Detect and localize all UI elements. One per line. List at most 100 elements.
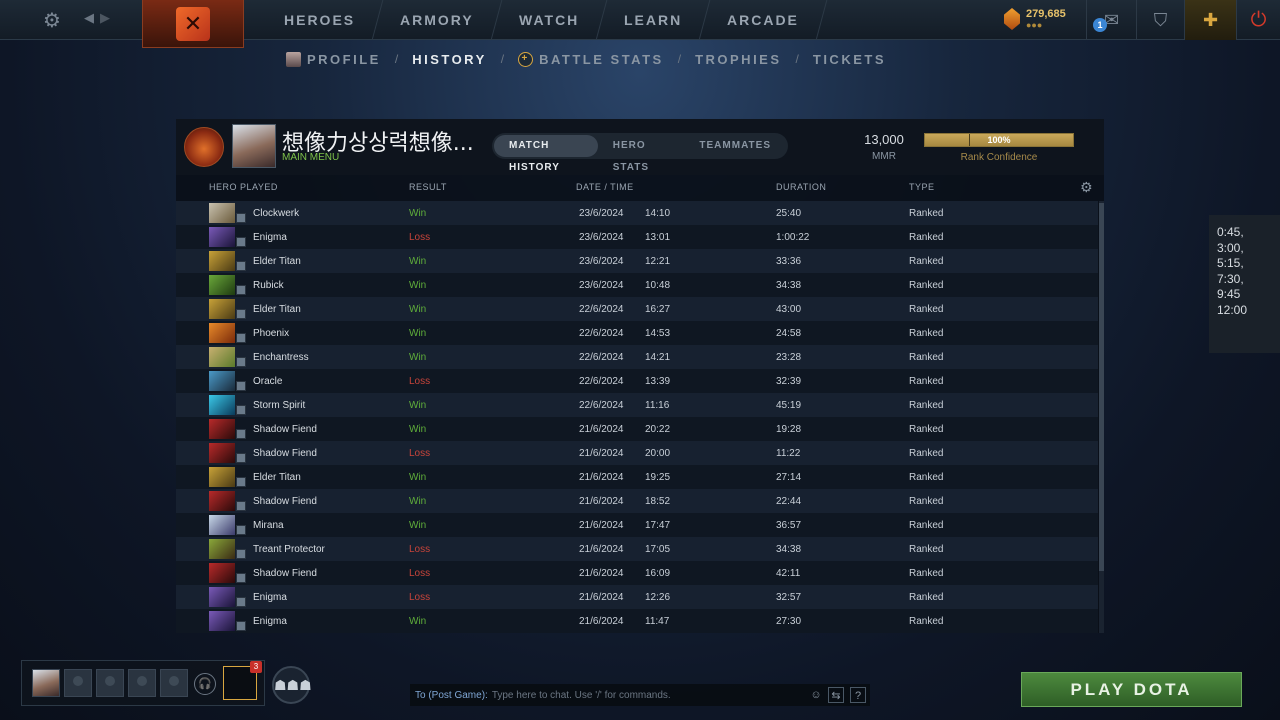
chat-wheel-icon[interactable]: ⇆ bbox=[828, 687, 844, 703]
table-row[interactable]: Shadow Fiend Win 21/6/2024 18:52 22:44 Ranked bbox=[176, 489, 1098, 513]
empty-slot-icon bbox=[73, 676, 83, 686]
subnav-tickets[interactable]: TICKETS bbox=[813, 52, 886, 67]
table-row[interactable]: Elder Titan Win 23/6/2024 12:21 33:36 Ranked bbox=[176, 249, 1098, 273]
emoji-icon[interactable]: ☺ bbox=[808, 687, 824, 703]
table-row[interactable]: Enigma Loss 23/6/2024 13:01 1:00:22 Ranked bbox=[176, 225, 1098, 249]
match-duration: 32:39 bbox=[776, 376, 802, 387]
subnav-history[interactable]: HISTORY bbox=[412, 52, 487, 67]
nav-learn[interactable]: LEARN bbox=[596, 0, 711, 40]
nav-heroes[interactable]: HEROES bbox=[256, 0, 384, 40]
tab-hero-stats[interactable]: HERO STATS bbox=[598, 135, 685, 173]
chat-channel-label[interactable]: To (Post Game): bbox=[415, 690, 488, 701]
hero-portrait bbox=[209, 515, 235, 535]
subnav-separator: / bbox=[795, 52, 799, 66]
subnav-profile[interactable]: PROFILE bbox=[286, 51, 381, 67]
power-button[interactable]: ⏻ bbox=[1236, 0, 1280, 40]
table-row[interactable]: Enigma Win 21/6/2024 11:47 27:30 Ranked bbox=[176, 609, 1098, 633]
power-icon: ⏻ bbox=[1250, 8, 1267, 31]
col-type[interactable]: TYPE bbox=[909, 182, 935, 192]
mail-button[interactable]: ✉ 1 bbox=[1086, 0, 1136, 40]
col-date-time[interactable]: DATE / TIME bbox=[576, 182, 634, 192]
profile-header: 想像力상상력想像... MAIN MENU MATCH HISTORY HERO… bbox=[176, 119, 1104, 175]
gear-icon[interactable]: ⚙ bbox=[40, 8, 64, 32]
hero-name: Shadow Fiend bbox=[253, 568, 317, 579]
subnav-battle-stats[interactable]: + BATTLE STATS bbox=[518, 51, 664, 67]
hero-portrait bbox=[209, 275, 235, 295]
table-row[interactable]: Mirana Win 21/6/2024 17:47 36:57 Ranked bbox=[176, 513, 1098, 537]
party-slot-self[interactable] bbox=[32, 669, 60, 697]
match-duration: 45:19 bbox=[776, 400, 802, 411]
match-type: Ranked bbox=[909, 400, 944, 411]
table-row[interactable]: Enchantress Win 22/6/2024 14:21 23:28 Ranked bbox=[176, 345, 1098, 369]
party-slot-empty[interactable] bbox=[64, 669, 92, 697]
role-badge-icon bbox=[236, 573, 246, 583]
play-dota-button[interactable]: PLAY DOTA bbox=[1021, 672, 1242, 707]
dota-plus-icon: ✚ bbox=[1202, 9, 1219, 30]
match-time: 14:10 bbox=[645, 208, 671, 219]
gear-icon[interactable]: ⚙ bbox=[1080, 179, 1093, 196]
match-duration: 23:28 bbox=[776, 352, 802, 363]
chevron-right-icon[interactable]: ▶ bbox=[100, 10, 110, 26]
chevron-left-icon[interactable]: ◀ bbox=[84, 10, 94, 26]
table-row[interactable]: Shadow Fiend Win 21/6/2024 20:22 19:28 Ranked bbox=[176, 417, 1098, 441]
tab-teammates[interactable]: TEAMMATES bbox=[684, 135, 786, 157]
match-time: 16:09 bbox=[645, 568, 671, 579]
scrollbar[interactable] bbox=[1099, 201, 1104, 633]
shards-amount: 279,685 bbox=[1026, 8, 1066, 20]
player-status: MAIN MENU bbox=[282, 152, 340, 163]
col-result[interactable]: RESULT bbox=[409, 182, 447, 192]
match-duration: 11:22 bbox=[776, 448, 801, 459]
col-duration[interactable]: DURATION bbox=[776, 182, 826, 192]
tab-match-history[interactable]: MATCH HISTORY bbox=[494, 135, 598, 173]
side-note-line: 3:00, bbox=[1217, 240, 1244, 255]
table-row[interactable]: Elder Titan Win 21/6/2024 19:25 27:14 Ranked bbox=[176, 465, 1098, 489]
table-row[interactable]: Storm Spirit Win 22/6/2024 11:16 45:19 Ranked bbox=[176, 393, 1098, 417]
empty-slot-icon bbox=[169, 676, 179, 686]
party-slot-empty[interactable] bbox=[160, 669, 188, 697]
table-row[interactable]: Rubick Win 23/6/2024 10:48 34:38 Ranked bbox=[176, 273, 1098, 297]
match-date: 21/6/2024 bbox=[579, 592, 624, 603]
dota-logo-button[interactable]: ✕ bbox=[142, 0, 244, 48]
armory-button[interactable]: ⛉ bbox=[1136, 0, 1184, 40]
nav-armory[interactable]: ARMORY bbox=[372, 0, 503, 40]
match-result: Win bbox=[409, 208, 427, 219]
table-row[interactable]: Clockwerk Win 23/6/2024 14:10 25:40 Ranked bbox=[176, 201, 1098, 225]
party-slot-empty[interactable] bbox=[128, 669, 156, 697]
match-type: Ranked bbox=[909, 472, 944, 483]
rank-medal-icon[interactable] bbox=[184, 127, 224, 167]
hero-name: Shadow Fiend bbox=[253, 424, 317, 435]
match-time: 11:47 bbox=[645, 616, 670, 627]
headset-icon[interactable]: 🎧 bbox=[194, 673, 216, 695]
match-time: 14:21 bbox=[645, 352, 671, 363]
help-icon[interactable]: ? bbox=[850, 687, 866, 703]
shards-currency[interactable]: 279,685 ●●● bbox=[1004, 8, 1066, 30]
match-result: Win bbox=[409, 472, 427, 483]
scrollbar-thumb[interactable] bbox=[1099, 203, 1104, 571]
table-row[interactable]: Oracle Loss 22/6/2024 13:39 32:39 Ranked bbox=[176, 369, 1098, 393]
match-type: Ranked bbox=[909, 208, 944, 219]
avatar[interactable] bbox=[232, 124, 276, 168]
chat-input[interactable] bbox=[491, 689, 792, 701]
col-hero-played[interactable]: HERO PLAYED bbox=[209, 182, 278, 192]
party-slot-empty[interactable] bbox=[96, 669, 124, 697]
queue-slot-button[interactable]: 3 bbox=[223, 661, 262, 700]
table-row[interactable]: Treant Protector Loss 21/6/2024 17:05 34:38 R… bbox=[176, 537, 1098, 561]
match-duration: 24:58 bbox=[776, 328, 802, 339]
table-row[interactable]: Elder Titan Win 22/6/2024 16:27 43:00 Ranked bbox=[176, 297, 1098, 321]
match-result: Loss bbox=[409, 568, 431, 579]
social-button[interactable]: ☗☗☗ bbox=[272, 666, 312, 704]
nav-watch[interactable]: WATCH bbox=[491, 0, 608, 40]
rank-confidence-bar: 100% bbox=[924, 133, 1074, 147]
match-date: 21/6/2024 bbox=[579, 472, 624, 483]
subnav-trophies[interactable]: TROPHIES bbox=[695, 52, 781, 67]
match-time: 14:53 bbox=[645, 328, 671, 339]
nav-arcade[interactable]: ARCADE bbox=[700, 0, 828, 40]
table-row[interactable]: Shadow Fiend Loss 21/6/2024 20:00 11:22 Ranke… bbox=[176, 441, 1098, 465]
match-duration: 43:00 bbox=[776, 304, 802, 315]
hero-name: Shadow Fiend bbox=[253, 448, 317, 459]
table-row[interactable]: Phoenix Win 22/6/2024 14:53 24:58 Ranked bbox=[176, 321, 1098, 345]
table-row[interactable]: Shadow Fiend Loss 21/6/2024 16:09 42:11 Ranke… bbox=[176, 561, 1098, 585]
dota-plus-button[interactable]: ✚ bbox=[1184, 0, 1236, 40]
role-badge-icon bbox=[236, 285, 246, 295]
table-row[interactable]: Enigma Loss 21/6/2024 12:26 32:57 Ranked bbox=[176, 585, 1098, 609]
